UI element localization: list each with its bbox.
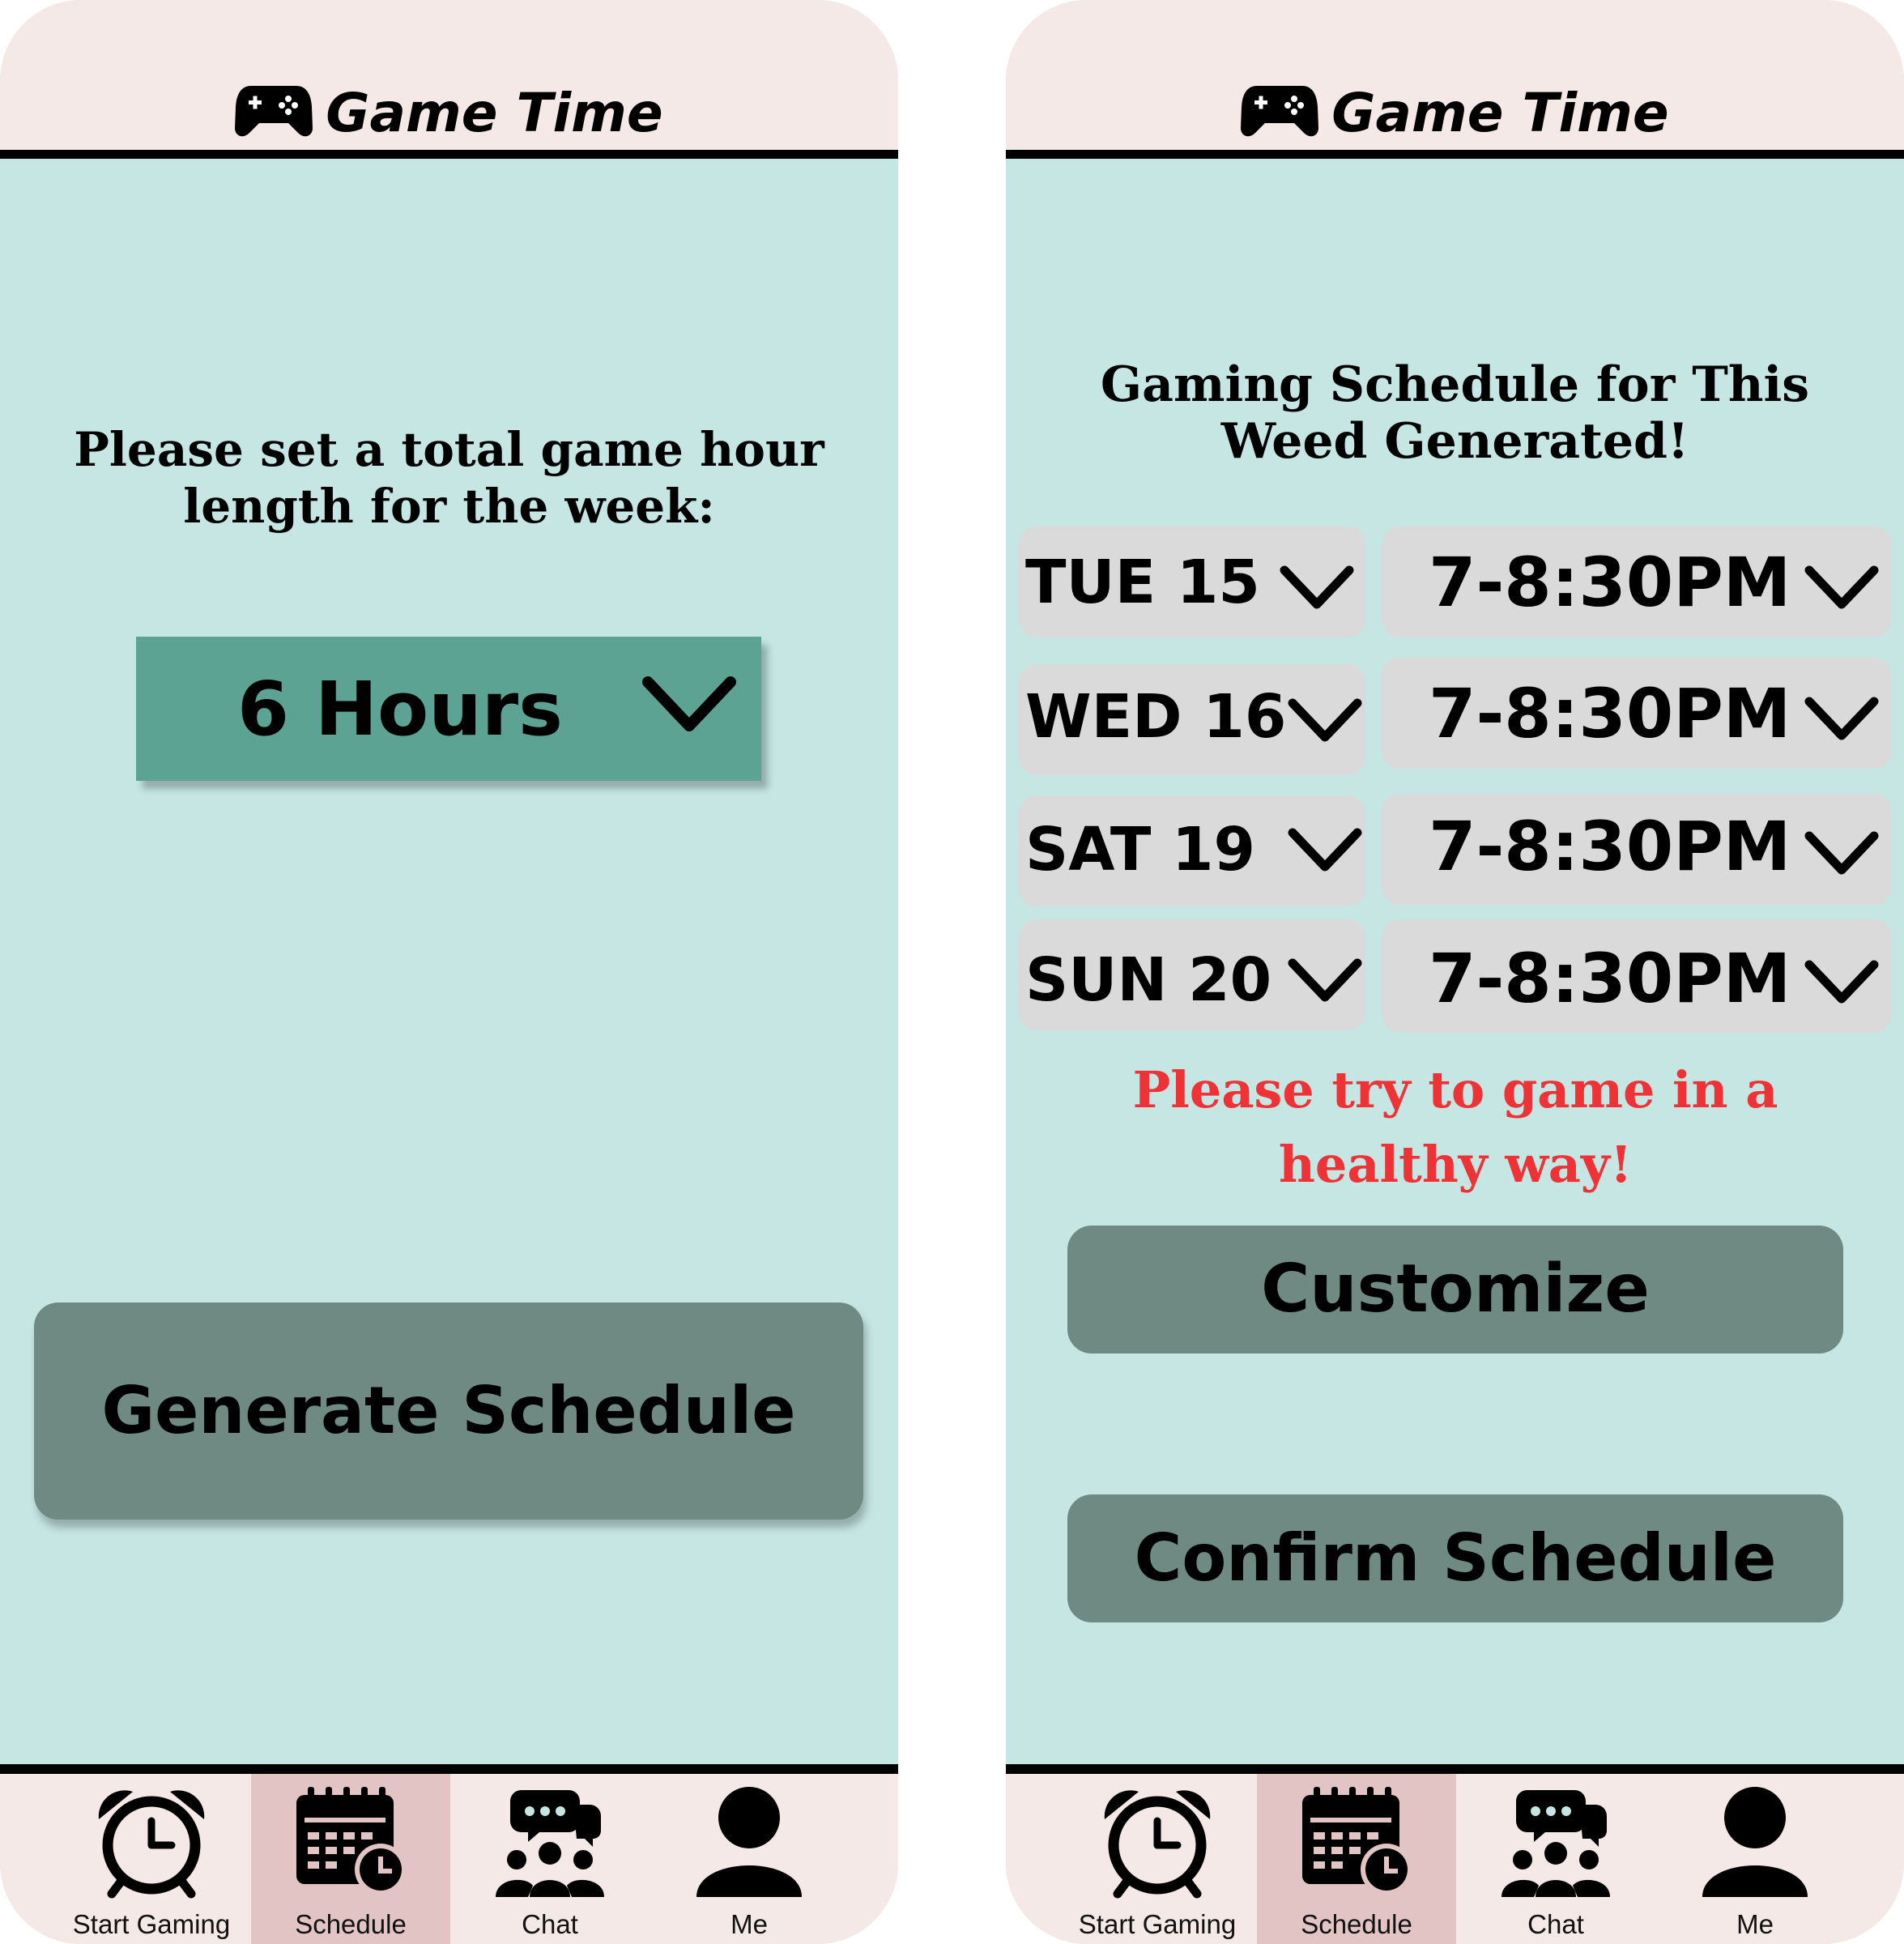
chevron-down-icon — [1288, 828, 1362, 872]
day-value: WED 16 — [1025, 682, 1287, 752]
nav-schedule[interactable]: Schedule — [251, 1774, 450, 1944]
bottom-nav: Start Gaming Schedule Chat Me — [0, 1764, 898, 1944]
hours-value: 6 Hours — [237, 666, 563, 752]
chevron-down-icon — [1288, 958, 1362, 1002]
generate-schedule-button[interactable]: Generate Schedule — [34, 1302, 863, 1520]
nav-label: Schedule — [1301, 1909, 1412, 1939]
calendar-clock-icon — [296, 1787, 407, 1895]
hours-prompt: Please set a total game hour length for … — [74, 422, 824, 534]
nav-start-gaming[interactable]: Start Gaming — [1058, 1774, 1257, 1944]
time-value: 7-8:30PM — [1429, 543, 1791, 622]
group-chat-icon — [1501, 1790, 1610, 1897]
day-dropdown[interactable]: SUN 20 — [1019, 919, 1365, 1030]
nav-label: Start Gaming — [72, 1909, 231, 1939]
nav-me[interactable]: Me — [1655, 1774, 1855, 1944]
user-icon — [1702, 1787, 1808, 1897]
time-value: 7-8:30PM — [1429, 674, 1791, 753]
app-brand: Game Time — [0, 81, 898, 146]
schedule-heading: Gaming Schedule for This Weed Generated! — [1100, 356, 1810, 470]
time-dropdown[interactable]: 7-8:30PM — [1382, 526, 1892, 637]
app-header: Game Time — [1006, 0, 1904, 159]
chevron-down-icon — [1804, 697, 1879, 740]
day-value: SAT 19 — [1025, 815, 1256, 885]
chevron-down-icon — [642, 676, 736, 731]
nav-label: Start Gaming — [1078, 1909, 1237, 1939]
alarm-clock-icon — [1104, 1790, 1211, 1899]
day-value: SUN 20 — [1025, 945, 1272, 1015]
gamepad-icon — [1241, 86, 1319, 137]
app-title: Game Time — [1331, 82, 1669, 144]
time-value: 7-8:30PM — [1429, 807, 1791, 886]
app-brand: Game Time — [1006, 81, 1904, 146]
nav-start-gaming[interactable]: Start Gaming — [52, 1774, 251, 1944]
confirm-schedule-button[interactable]: Confirm Schedule — [1067, 1494, 1843, 1622]
hours-dropdown[interactable]: 6 Hours — [136, 637, 761, 781]
nav-me[interactable]: Me — [650, 1774, 849, 1944]
phone-screen-generated-schedule: Game Time Gaming Schedule for This Weed … — [1006, 0, 1904, 1944]
chevron-down-icon — [1288, 698, 1362, 742]
day-dropdown[interactable]: TUE 15 — [1019, 526, 1365, 637]
time-dropdown[interactable]: 7-8:30PM — [1382, 658, 1892, 769]
nav-label: Me — [1736, 1909, 1774, 1939]
nav-label: Chat — [1527, 1909, 1584, 1939]
alarm-clock-icon — [98, 1790, 205, 1899]
nav-chat[interactable]: Chat — [450, 1774, 650, 1944]
healthy-gaming-warning: Please try to game in a healthy way! — [1132, 1060, 1778, 1194]
user-icon — [696, 1787, 802, 1897]
nav-label: Me — [731, 1909, 768, 1939]
nav-label: Chat — [522, 1909, 578, 1939]
app-header: Game Time — [0, 0, 898, 159]
time-value: 7-8:30PM — [1429, 939, 1791, 1018]
chevron-down-icon — [1280, 565, 1354, 609]
day-dropdown[interactable]: SAT 19 — [1019, 795, 1365, 906]
chevron-down-icon — [1804, 960, 1879, 1004]
customize-button[interactable]: Customize — [1067, 1226, 1843, 1354]
bottom-nav: Start Gaming Schedule Chat Me — [1006, 1764, 1904, 1944]
calendar-clock-icon — [1302, 1787, 1412, 1895]
group-chat-icon — [496, 1790, 604, 1897]
nav-schedule[interactable]: Schedule — [1257, 1774, 1456, 1944]
gamepad-icon — [235, 86, 313, 137]
day-dropdown[interactable]: WED 16 — [1019, 664, 1365, 775]
chevron-down-icon — [1804, 831, 1879, 875]
app-title: Game Time — [326, 82, 663, 144]
nav-label: Schedule — [295, 1909, 407, 1939]
time-dropdown[interactable]: 7-8:30PM — [1382, 919, 1892, 1033]
chevron-down-icon — [1804, 565, 1879, 609]
time-dropdown[interactable]: 7-8:30PM — [1382, 794, 1892, 905]
day-value: TUE 15 — [1025, 548, 1260, 617]
nav-chat[interactable]: Chat — [1456, 1774, 1655, 1944]
phone-screen-set-hours: Game Time Please set a total game hour l… — [0, 0, 898, 1944]
